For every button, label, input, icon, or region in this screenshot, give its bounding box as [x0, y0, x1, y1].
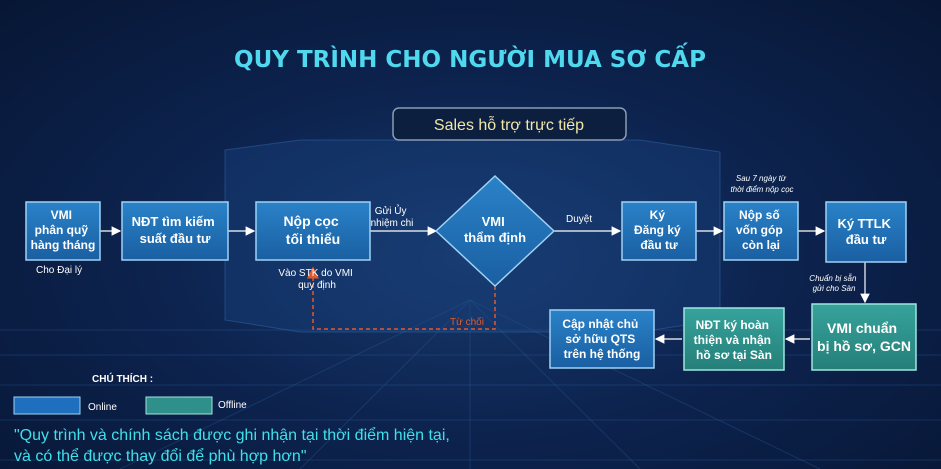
svg-text:Sau 7 ngày từ thời điểm nộ: Sau 7 ngày từ thời điểm nộp cọc — [730, 174, 793, 194]
node-sign-register-line1: Ký — [650, 208, 666, 222]
node-sign-register-line3: đầu tư — [640, 238, 678, 252]
node-ndt-search-line2: suất đầu tư — [140, 231, 211, 246]
note-rejected: Từ chối — [450, 316, 484, 328]
node-update-owner-line3: trên hệ thống — [564, 347, 641, 361]
node-sign-register-line2: Đăng ký — [634, 223, 681, 237]
quote-line1: "Quy trình và chính sách được ghi nhận t… — [14, 426, 450, 444]
note-after-7-days-line2: thời điểm nộp cọc — [730, 185, 793, 194]
sales-banner-label: Sales hỗ trợ trực tiếp — [434, 115, 584, 134]
node-vmi-review-line2: thẩm định — [464, 230, 526, 245]
svg-text:Nộp số vốn góp còn: Nộp số vốn góp còn lại — [736, 208, 786, 252]
node-ndt-complete-line1: NĐT ký hoàn — [696, 318, 769, 332]
page-title: QUY TRÌNH CHO NGƯỜI MUA SƠ CẤP — [234, 42, 706, 73]
note-send-mandate-line2: nhiệm chi — [371, 218, 414, 229]
node-pay-remaining-line1: Nộp số — [739, 208, 780, 222]
svg-text:"Quy trình và chính sách được: "Quy trình và chính sách được ghi nhận t… — [14, 426, 454, 465]
node-update-owner-line2: sở hữu QTS — [565, 332, 635, 346]
node-deposit-line2: tối thiểu — [286, 231, 340, 247]
node-pay-remaining-line2: vốn góp — [736, 223, 783, 237]
note-send-mandate-line1: Gửi Ủy — [375, 204, 407, 217]
node-vmi-quota-line2: phân quỹ — [35, 223, 89, 237]
note-ready-line2: gửi cho Sàn — [813, 284, 856, 293]
node-vmi-quota-line1: VMI — [51, 208, 72, 222]
node-vmi-prepare-line2: bị hồ sơ, GCN — [817, 338, 911, 354]
svg-text:Ký TTLK đầu tư: Ký TTLK đầu tư — [837, 216, 894, 247]
node-vmi-quota: VMI phân quỹ hàng tháng — [25, 201, 101, 261]
node-sign-ttlk-line2: đầu tư — [846, 232, 887, 247]
node-vmi-prepare-line1: VMI chuẩn — [827, 320, 897, 336]
node-pay-remaining: Nộp số vốn góp còn lại — [723, 201, 799, 261]
node-deposit: Nộp cọc tối thiểu — [255, 201, 371, 261]
node-update-owner-line1: Cập nhật chủ — [562, 317, 638, 331]
node-sign-register: Ký Đăng ký đầu tư — [621, 201, 697, 261]
legend-online-swatch — [13, 396, 81, 415]
svg-text:Gửi Ủy nhiệm chi: Gửi Ủy nhiệm chi — [371, 204, 414, 229]
node-vmi-review-line1: VMI — [482, 214, 505, 229]
note-transfer-line2: quy định — [298, 280, 336, 291]
legend-online-label: Online — [88, 402, 117, 413]
svg-text:Chuẩn bị sẵn gửi cho Sàn: Chuẩn bị sẵn gửi cho Sàn — [809, 274, 858, 293]
node-deposit-line1: Nộp cọc — [283, 213, 338, 229]
legend-offline-swatch — [145, 396, 213, 415]
node-update-owner: Cập nhật chủ sở hữu QTS trên hệ thống — [549, 309, 655, 369]
note-transfer-line1: Vào STK do VMI — [278, 268, 352, 279]
node-sign-ttlk-line1: Ký TTLK — [837, 216, 891, 231]
node-ndt-search: NĐT tìm kiếm suất đầu tư — [121, 201, 229, 261]
node-vmi-prepare: VMI chuẩn bị hồ sơ, GCN — [811, 303, 917, 371]
legend-offline-label: Offline — [218, 400, 247, 411]
note-after-7-days-line1: Sau 7 ngày từ — [736, 174, 787, 183]
node-ndt-complete: NĐT ký hoàn thiện và nhận hồ sơ tại Sàn — [683, 307, 785, 371]
node-ndt-complete-line2: thiện và nhận — [694, 333, 771, 347]
note-approved: Duyệt — [566, 214, 592, 225]
node-ndt-search-line1: NĐT tìm kiếm — [132, 214, 215, 229]
node-vmi-quota-line3: hàng tháng — [31, 238, 96, 252]
note-ready-line1: Chuẩn bị sẵn — [809, 274, 857, 283]
svg-text:Cập nhật chủ sở hữu QTS: Cập nhật chủ sở hữu QTS trên hệ thống — [562, 317, 641, 361]
node-ndt-complete-line3: hồ sơ tại Sàn — [696, 348, 772, 362]
node-sign-ttlk: Ký TTLK đầu tư — [825, 201, 907, 263]
legend-title: CHÚ THÍCH : — [92, 372, 153, 385]
svg-text:NĐT ký hoàn thiện và nhậ: NĐT ký hoàn thiện và nhận hồ sơ tại Sàn — [694, 318, 775, 362]
node-pay-remaining-line3: còn lại — [742, 238, 780, 252]
note-for-agency: Cho Đại lý — [36, 265, 82, 276]
quote-line2: và có thể được thay đổi để phù hợp hơn" — [14, 447, 307, 465]
process-diagram: QUY TRÌNH CHO NGƯỜI MUA SƠ CẤP Sales hỗ … — [0, 42, 941, 469]
